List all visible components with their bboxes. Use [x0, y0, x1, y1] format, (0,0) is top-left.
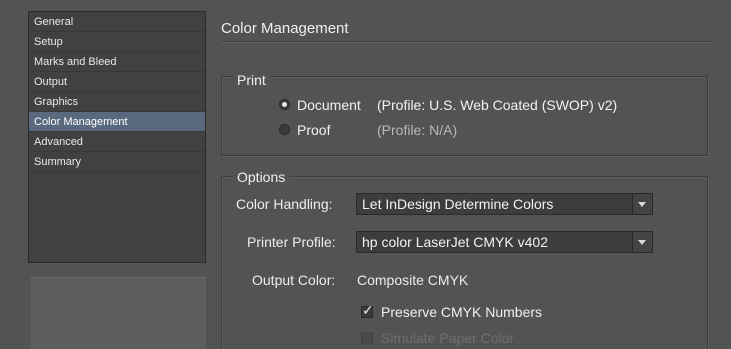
sidebar-item-general[interactable]: General — [29, 12, 205, 32]
sidebar-item-advanced[interactable]: Advanced — [29, 132, 205, 152]
printer-profile-value: hp color LaserJet CMYK v402 — [362, 234, 548, 250]
document-radio[interactable] — [279, 99, 290, 110]
simulate-paper-checkbox — [361, 332, 373, 344]
color-handling-label: Color Handling: — [236, 196, 333, 212]
proof-radio-row[interactable]: Proof (Profile: N/A) — [279, 120, 699, 140]
sidebar-item-color-management[interactable]: Color Management — [29, 112, 205, 132]
proof-radio[interactable] — [279, 124, 290, 135]
chevron-down-icon[interactable] — [632, 194, 652, 214]
simulate-paper-label: Simulate Paper Color — [381, 330, 515, 346]
sidebar-item-output[interactable]: Output — [29, 72, 205, 92]
preserve-cmyk-label[interactable]: Preserve CMYK Numbers — [381, 302, 542, 322]
color-handling-value: Let InDesign Determine Colors — [362, 196, 554, 212]
sidebar-item-graphics[interactable]: Graphics — [29, 92, 205, 112]
preserve-cmyk-checkbox[interactable] — [361, 301, 374, 321]
print-group-legend: Print — [233, 71, 270, 89]
output-color-label: Output Color: — [252, 272, 336, 288]
printer-profile-dropdown[interactable]: hp color LaserJet CMYK v402 — [356, 231, 653, 253]
document-radio-label[interactable]: Document — [297, 95, 361, 115]
title-divider — [221, 41, 711, 43]
color-handling-dropdown[interactable]: Let InDesign Determine Colors — [356, 193, 653, 215]
output-color-value: Composite CMYK — [357, 272, 469, 288]
print-group — [221, 76, 708, 156]
document-radio-row[interactable]: Document (Profile: U.S. Web Coated (SWOP… — [279, 95, 699, 115]
category-list: General Setup Marks and Bleed Output Gra… — [28, 11, 206, 263]
proof-radio-label[interactable]: Proof — [297, 120, 330, 140]
print-dialog: General Setup Marks and Bleed Output Gra… — [0, 0, 731, 349]
chevron-down-icon[interactable] — [632, 232, 652, 252]
printer-profile-label: Printer Profile: — [247, 234, 336, 250]
sidebar-item-marks-and-bleed[interactable]: Marks and Bleed — [29, 52, 205, 72]
sidebar-item-summary[interactable]: Summary — [29, 152, 205, 172]
document-profile-text: (Profile: U.S. Web Coated (SWOP) v2) — [377, 97, 618, 113]
page-title: Color Management — [221, 20, 349, 37]
sidebar-item-setup[interactable]: Setup — [29, 32, 205, 52]
page-preview — [31, 277, 206, 349]
options-group-legend: Options — [233, 168, 290, 186]
proof-profile-text: (Profile: N/A) — [377, 122, 458, 138]
